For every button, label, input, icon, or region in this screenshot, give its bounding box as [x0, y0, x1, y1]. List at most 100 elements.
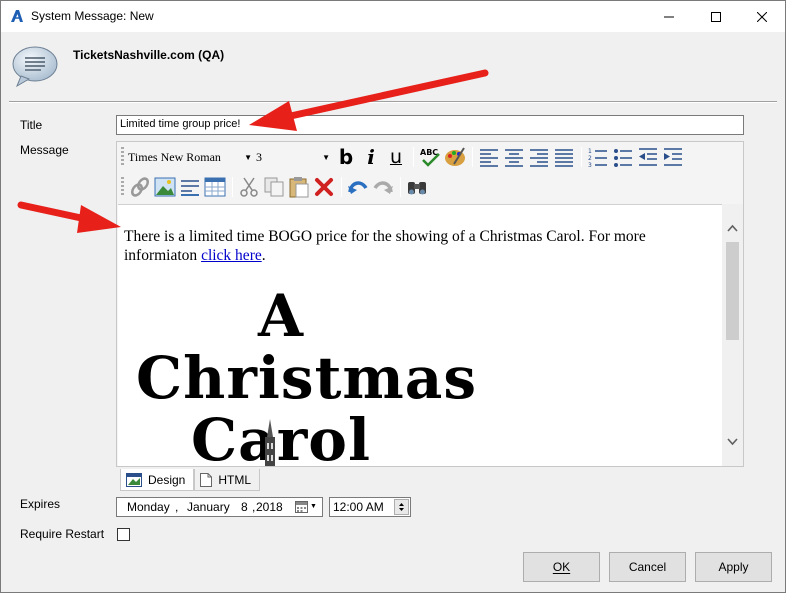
tab-html-label: HTML	[218, 472, 252, 487]
toolbar-separator	[341, 177, 342, 197]
date-weekday[interactable]: Monday	[127, 500, 170, 514]
body-text-end: .	[261, 247, 266, 264]
indent-button[interactable]	[661, 145, 685, 169]
toolbar-grip	[121, 177, 124, 197]
italic-button[interactable]: i	[359, 145, 383, 169]
close-button[interactable]	[739, 1, 785, 32]
date-day[interactable]: 8	[241, 500, 248, 514]
align-left-icon	[480, 149, 498, 167]
align-left-button[interactable]	[477, 145, 501, 169]
time-spinner[interactable]	[394, 499, 409, 515]
justify-icon	[555, 149, 573, 167]
spellcheck-icon: ABC	[420, 148, 440, 167]
image-title-line-1: A Christmas	[136, 282, 477, 412]
bold-button[interactable]: b	[334, 145, 358, 169]
ordered-list-button[interactable]: 123	[586, 145, 610, 169]
calendar-dropdown-button[interactable]: ▼	[295, 500, 317, 513]
toolbar-grip	[121, 147, 124, 167]
link-button[interactable]	[128, 175, 152, 199]
toolbar-separator	[400, 177, 401, 197]
outdent-button[interactable]	[636, 145, 660, 169]
find-button[interactable]	[405, 175, 429, 199]
spellcheck-button[interactable]: ABC	[418, 145, 442, 169]
svg-text:2: 2	[588, 155, 592, 162]
font-name-dropdown[interactable]: Times New Roman ▼	[128, 147, 256, 167]
maximize-icon	[711, 11, 721, 22]
ok-button[interactable]: OK	[523, 552, 600, 582]
unordered-list-icon	[614, 149, 632, 167]
align-right-icon	[530, 149, 548, 167]
copy-button[interactable]	[262, 175, 286, 199]
tab-html[interactable]: HTML	[194, 469, 261, 491]
apply-button[interactable]: Apply	[695, 552, 772, 582]
date-month[interactable]: January	[187, 500, 230, 514]
tab-design-label: Design	[148, 472, 186, 487]
editor-mode-tabs: Design HTML	[120, 469, 261, 491]
tab-design[interactable]: Design	[120, 469, 195, 491]
cut-button[interactable]	[237, 175, 261, 199]
expires-label: Expires	[20, 497, 61, 511]
maximize-button[interactable]	[693, 1, 739, 32]
justify-button[interactable]	[552, 145, 576, 169]
svg-text:ABC: ABC	[420, 148, 438, 157]
expires-time-picker[interactable]: 12:00 AM	[329, 497, 411, 517]
delete-button[interactable]	[312, 175, 336, 199]
organization-name: TicketsNashville.com (QA)	[73, 48, 225, 62]
header: TicketsNashville.com (QA)	[1, 32, 785, 102]
underline-button[interactable]: u	[384, 145, 408, 169]
font-name-value: Times New Roman	[128, 149, 221, 164]
time-value[interactable]: 12:00 AM	[333, 500, 384, 514]
insert-image-button[interactable]	[153, 175, 177, 199]
redo-button[interactable]	[371, 175, 395, 199]
delete-icon	[315, 178, 333, 196]
date-year[interactable]: 2018	[256, 500, 283, 514]
minimize-button[interactable]	[646, 1, 692, 32]
title-label: Title	[20, 118, 43, 132]
editor-scrollbar[interactable]	[722, 204, 743, 466]
chevron-down-icon: ▼	[310, 503, 317, 510]
color-palette-button[interactable]	[443, 145, 467, 169]
align-center-button[interactable]	[502, 145, 526, 169]
design-icon	[126, 472, 142, 487]
table-icon	[204, 177, 226, 197]
align-center-icon	[505, 149, 523, 167]
italic-icon: i	[367, 145, 375, 169]
svg-text:3: 3	[588, 162, 592, 168]
underline-icon: u	[389, 146, 403, 168]
apply-button-label: Apply	[718, 560, 749, 574]
font-size-value: 3	[256, 149, 262, 164]
expires-date-picker[interactable]: Monday , January 8 , 2018 ▼	[116, 497, 323, 517]
date-separator: ,	[175, 500, 179, 514]
title-input[interactable]: Limited time group price!	[116, 115, 744, 135]
chevron-down-icon: ▼	[244, 152, 252, 162]
editor-toolbar-row-2	[121, 173, 430, 201]
scroll-down-icon[interactable]	[727, 438, 738, 446]
font-size-dropdown[interactable]: 3 ▼	[256, 147, 334, 167]
editor-content-area[interactable]: There is a limited time BOGO price for t…	[118, 204, 722, 466]
outdent-icon	[639, 148, 657, 166]
message-body: There is a limited time BOGO price for t…	[124, 227, 714, 265]
calendar-icon	[295, 501, 308, 513]
close-icon	[757, 11, 767, 22]
horizontal-rule-icon	[181, 180, 199, 196]
scroll-up-icon[interactable]	[727, 224, 738, 232]
insert-table-button[interactable]	[203, 175, 227, 199]
horizontal-rule-button[interactable]	[178, 175, 202, 199]
scrollbar-thumb[interactable]	[726, 242, 739, 340]
header-divider	[9, 101, 777, 103]
undo-button[interactable]	[346, 175, 370, 199]
ok-button-label: OK	[552, 560, 571, 574]
redo-icon	[373, 181, 393, 194]
message-bubble-icon	[12, 46, 58, 88]
cancel-button[interactable]: Cancel	[609, 552, 686, 582]
cut-icon	[240, 177, 258, 197]
link-icon	[130, 177, 150, 197]
click-here-link[interactable]: click here	[201, 247, 262, 264]
binoculars-icon	[408, 182, 426, 195]
require-restart-checkbox[interactable]	[117, 528, 130, 541]
system-message-window: System Message: New TicketsNashville.com…	[0, 0, 786, 593]
paste-button[interactable]	[287, 175, 311, 199]
red-annotation-arrow-message	[17, 201, 121, 233]
unordered-list-button[interactable]	[611, 145, 635, 169]
align-right-button[interactable]	[527, 145, 551, 169]
